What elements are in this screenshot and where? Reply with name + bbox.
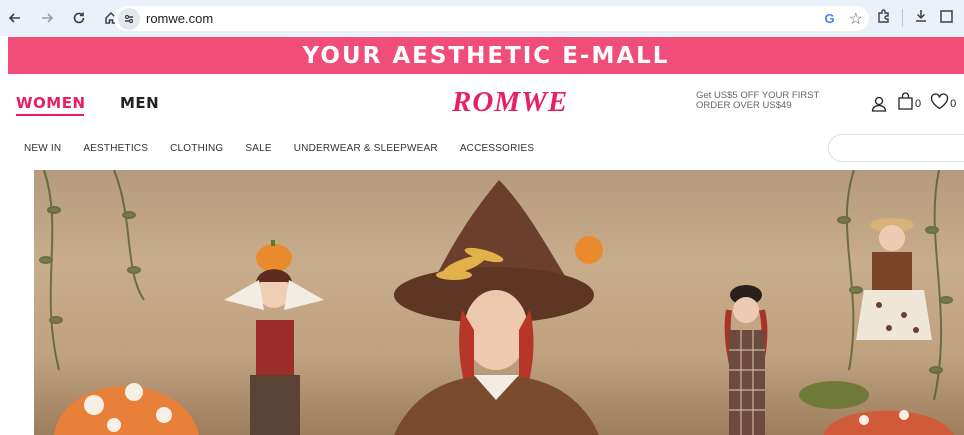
- active-tab-underline: [16, 114, 84, 116]
- category-nav: NEW IN AESTHETICS CLOTHING SALE UNDERWEA…: [0, 130, 964, 166]
- tab-women[interactable]: WOMEN: [16, 94, 86, 112]
- window-icon[interactable]: [939, 8, 953, 29]
- hero-banner[interactable]: [34, 170, 964, 435]
- nav-accessories[interactable]: ACCESSORIES: [460, 143, 534, 154]
- wishlist-count: 0: [950, 97, 957, 110]
- cart-count: 0: [915, 97, 922, 110]
- site-settings-icon[interactable]: [118, 7, 140, 30]
- account-icon[interactable]: [870, 95, 888, 113]
- promo-banner[interactable]: YOUR AESTHETIC E-MALL: [8, 37, 964, 74]
- promo-banner-text: YOUR AESTHETIC E-MALL: [302, 42, 670, 69]
- wishlist-button[interactable]: 0: [930, 92, 957, 115]
- tab-men[interactable]: MEN: [120, 94, 159, 112]
- download-icon[interactable]: [913, 8, 929, 29]
- nav-sale[interactable]: SALE: [245, 143, 271, 154]
- hero-illustration: [39, 170, 954, 435]
- browser-toolbar: romwe.com G ☆: [0, 0, 964, 36]
- nav-underwear-sleepwear[interactable]: UNDERWEAR & SLEEPWEAR: [294, 143, 438, 154]
- google-lens-icon[interactable]: G: [825, 11, 835, 26]
- heart-icon: [930, 92, 949, 115]
- search-input[interactable]: [828, 134, 964, 162]
- shopping-bag-icon: [897, 92, 914, 115]
- forward-arrow-icon[interactable]: [36, 7, 58, 29]
- back-arrow-icon[interactable]: [4, 7, 26, 29]
- first-order-offer[interactable]: Get US$5 OFF YOUR FIRST ORDER OVER US$49: [696, 91, 856, 111]
- romwe-logo[interactable]: ROMWE: [452, 86, 568, 119]
- nav-clothing[interactable]: CLOTHING: [170, 143, 223, 154]
- url-text[interactable]: romwe.com: [146, 11, 213, 26]
- site-header: WOMEN MEN ROMWE Get US$5 OFF YOUR FIRST …: [0, 74, 964, 130]
- cart-button[interactable]: 0: [897, 92, 921, 115]
- nav-new-in[interactable]: NEW IN: [24, 143, 61, 154]
- nav-aesthetics[interactable]: AESTHETICS: [83, 143, 148, 154]
- star-icon[interactable]: ☆: [849, 9, 863, 29]
- reload-icon[interactable]: [68, 7, 90, 29]
- toolbar-separator: [902, 9, 903, 27]
- puzzle-icon[interactable]: [876, 8, 892, 29]
- address-bar[interactable]: romwe.com G ☆: [114, 6, 869, 31]
